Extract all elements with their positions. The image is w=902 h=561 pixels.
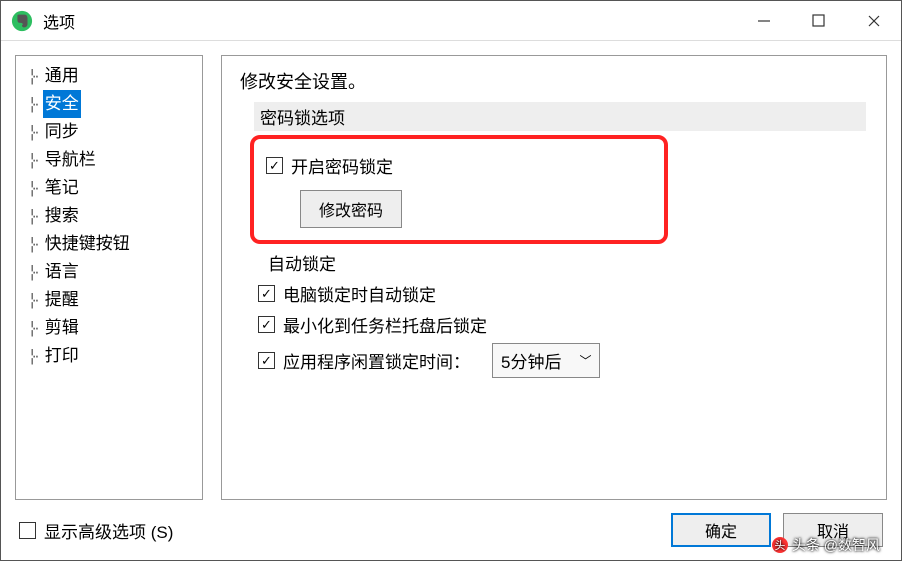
watermark-text: 头条 @数智风	[792, 535, 880, 555]
highlight-annotation: ✓ 开启密码锁定 修改密码	[250, 135, 668, 244]
lock-on-minimize-row[interactable]: ✓ 最小化到任务栏托盘后锁定	[258, 312, 868, 337]
sidebar-item-label: 打印	[43, 342, 81, 370]
sidebar-item-label: 安全	[43, 90, 81, 118]
tree-dash-icon: ¦··	[30, 174, 37, 202]
sidebar-item-label: 语言	[43, 258, 81, 286]
sidebar-item-8[interactable]: ¦·· 提醒	[16, 286, 202, 314]
idle-lock-label: 应用程序闲置锁定时间：	[283, 348, 470, 373]
lock-on-pc-lock-row[interactable]: ✓ 电脑锁定时自动锁定	[258, 281, 868, 306]
checkbox-icon: ✓	[258, 352, 275, 369]
sidebar: ¦··通用¦··安全¦··同步¦··导航栏¦··笔记¦··搜索¦··快捷键按钮¦…	[15, 55, 203, 500]
sidebar-item-10[interactable]: ¦·· 打印	[16, 342, 202, 370]
sidebar-item-2[interactable]: ¦·· 同步	[16, 118, 202, 146]
window-controls	[736, 1, 901, 40]
close-icon	[867, 14, 881, 28]
checkbox-icon: ✓	[258, 316, 275, 333]
window-title: 选项	[43, 9, 736, 33]
sidebar-item-label: 快捷键按钮	[43, 230, 132, 258]
sidebar-item-9[interactable]: ¦·· 剪辑	[16, 314, 202, 342]
sidebar-item-6[interactable]: ¦·· 快捷键按钮	[16, 230, 202, 258]
main-heading: 修改安全设置。	[240, 68, 868, 94]
enable-password-lock-row[interactable]: ✓ 开启密码锁定	[266, 153, 654, 178]
tree-dash-icon: ¦··	[30, 90, 37, 118]
checkbox-icon	[19, 522, 36, 539]
tree-dash-icon: ¦··	[30, 118, 37, 146]
titlebar: 选项	[1, 1, 901, 41]
maximize-icon	[812, 14, 825, 27]
tree-dash-icon: ¦··	[30, 62, 37, 90]
close-button[interactable]	[846, 1, 901, 40]
idle-time-value: 5分钟后	[501, 348, 561, 373]
sidebar-item-5[interactable]: ¦·· 搜索	[16, 202, 202, 230]
maximize-button[interactable]	[791, 1, 846, 40]
sidebar-item-label: 笔记	[43, 174, 81, 202]
options-window: 选项 ¦·· 通用 ¦·· 安全 ¦·· 同步 ¦·· 导航栏 ¦·· 笔记 ¦·· 搜索 ¦·· 快捷键…	[0, 0, 902, 561]
minimize-icon	[757, 14, 771, 28]
sidebar-item-label: 提醒	[43, 286, 81, 314]
auto-lock-heading: 自动锁定	[268, 250, 868, 275]
sidebar-item-4[interactable]: ¦·· 笔记	[16, 174, 202, 202]
sidebar-item-1[interactable]: ¦·· 安全	[16, 90, 202, 118]
sidebar-item-0[interactable]: ¦·· 通用	[16, 62, 202, 90]
change-password-button[interactable]: 修改密码	[300, 190, 402, 228]
tree-dash-icon: ¦··	[30, 342, 37, 370]
sidebar-item-label: 通用	[43, 62, 81, 90]
tree-dash-icon: ¦··	[30, 258, 37, 286]
footer: 显示高级选项 (S) 确定 取消	[1, 500, 901, 560]
tree-dash-icon: ¦··	[30, 314, 37, 342]
tree-dash-icon: ¦··	[30, 202, 37, 230]
watermark-icon: 头	[772, 537, 788, 553]
sidebar-item-label: 导航栏	[43, 146, 98, 174]
sidebar-item-7[interactable]: ¦·· 语言	[16, 258, 202, 286]
chevron-down-icon: ﹀	[579, 352, 591, 369]
ok-button[interactable]: 确定	[671, 513, 771, 547]
tree-dash-icon: ¦··	[30, 146, 37, 174]
lock-on-minimize-label: 最小化到任务栏托盘后锁定	[283, 312, 487, 337]
sidebar-item-label: 同步	[43, 118, 81, 146]
tree-dash-icon: ¦··	[30, 286, 37, 314]
checkbox-icon: ✓	[258, 285, 275, 302]
app-icon	[11, 10, 33, 32]
lock-on-pc-lock-label: 电脑锁定时自动锁定	[283, 281, 436, 306]
password-group-title: 密码锁选项	[254, 102, 866, 131]
content-area: ¦··通用¦··安全¦··同步¦··导航栏¦··笔记¦··搜索¦··快捷键按钮¦…	[1, 41, 901, 500]
idle-lock-row[interactable]: ✓ 应用程序闲置锁定时间： 5分钟后 ﹀	[258, 343, 868, 378]
show-advanced-label: 显示高级选项 (S)	[44, 518, 173, 543]
tree-dash-icon: ¦··	[30, 230, 37, 258]
idle-time-select[interactable]: 5分钟后 ﹀	[492, 343, 600, 378]
sidebar-item-label: 剪辑	[43, 314, 81, 342]
checkbox-icon: ✓	[266, 157, 283, 174]
main-panel: 修改安全设置。 密码锁选项 ✓ 开启密码锁定 修改密码 自动锁定 ✓ 电脑锁定时…	[221, 55, 887, 500]
sidebar-item-label: 搜索	[43, 202, 81, 230]
show-advanced-row[interactable]: 显示高级选项 (S)	[19, 518, 173, 543]
enable-password-lock-label: 开启密码锁定	[291, 153, 393, 178]
watermark: 头 头条 @数智风	[772, 535, 880, 555]
minimize-button[interactable]	[736, 1, 791, 40]
sidebar-item-3[interactable]: ¦·· 导航栏	[16, 146, 202, 174]
